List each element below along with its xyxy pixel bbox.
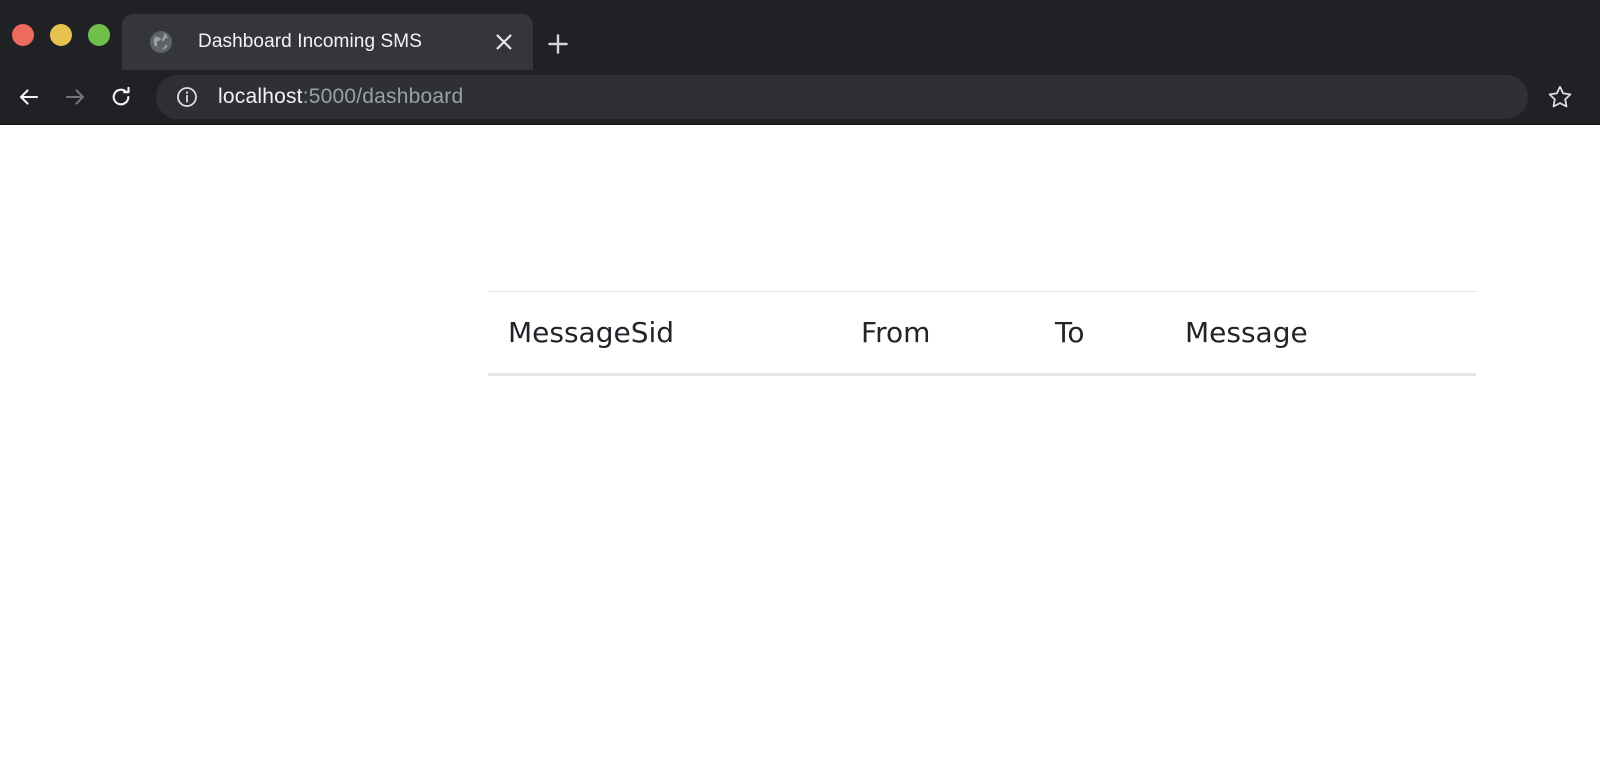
url-host: localhost [218, 85, 303, 108]
incoming-sms-table: MessageSid From To Message [488, 291, 1476, 376]
column-header-message-sid: MessageSid [488, 291, 861, 376]
table-header-row: MessageSid From To Message [488, 291, 1476, 376]
column-header-to: To [1055, 291, 1185, 376]
browser-toolbar: localhost:5000/dashboard [0, 70, 1600, 125]
close-tab-button[interactable] [487, 25, 521, 59]
page-viewport: MessageSid From To Message [0, 125, 1600, 776]
url-path: :5000/dashboard [302, 85, 464, 108]
tab-strip: Dashboard Incoming SMS [0, 0, 1600, 70]
close-window-button[interactable] [12, 24, 34, 46]
window-controls [0, 0, 110, 70]
maximize-window-button[interactable] [88, 24, 110, 46]
new-tab-button[interactable] [538, 24, 578, 64]
info-circle-icon[interactable] [174, 84, 200, 110]
reload-button[interactable] [98, 74, 144, 120]
browser-window: Dashboard Incoming SMS localhost:5000/da… [0, 0, 1600, 776]
back-button[interactable] [6, 74, 52, 120]
address-bar[interactable]: localhost:5000/dashboard [156, 75, 1528, 119]
column-header-from: From [861, 291, 1055, 376]
url-text[interactable]: localhost:5000/dashboard [218, 85, 463, 109]
forward-button[interactable] [52, 74, 98, 120]
minimize-window-button[interactable] [50, 24, 72, 46]
column-header-message: Message [1185, 291, 1476, 376]
tab-dashboard-incoming-sms[interactable]: Dashboard Incoming SMS [122, 14, 533, 70]
tab-title: Dashboard Incoming SMS [198, 31, 422, 52]
globe-icon [148, 29, 174, 55]
star-icon[interactable] [1538, 75, 1582, 119]
table-header: MessageSid From To Message [488, 291, 1476, 376]
